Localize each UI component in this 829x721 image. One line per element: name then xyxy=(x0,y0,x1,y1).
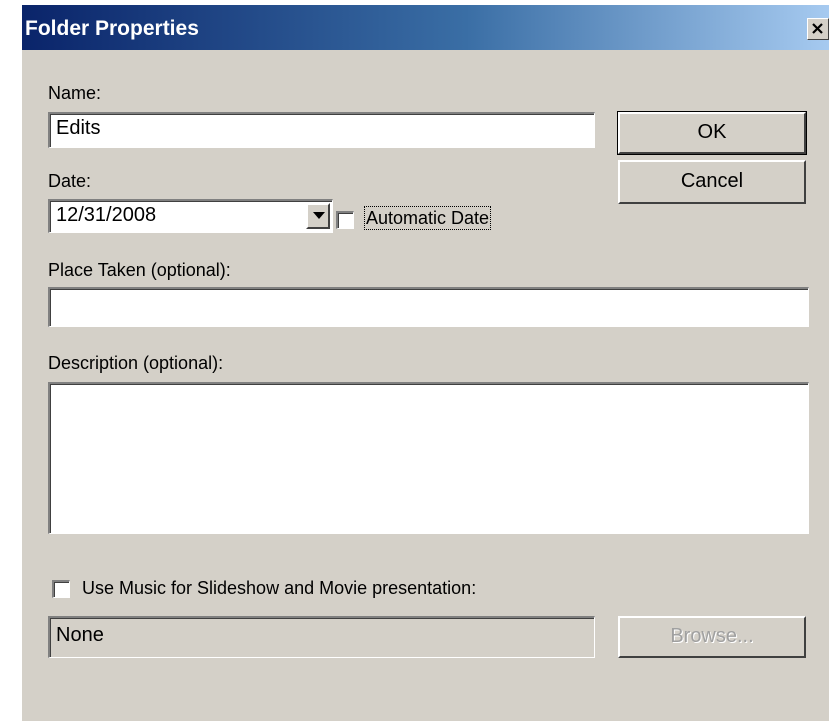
place-taken-field[interactable] xyxy=(48,287,809,327)
name-label: Name: xyxy=(48,83,102,103)
use-music-checkbox[interactable] xyxy=(52,580,70,598)
window-title: Folder Properties xyxy=(25,17,199,40)
folder-properties-dialog: Folder Properties Name: Edits OK Cancel … xyxy=(22,5,829,721)
automatic-date-label[interactable]: Automatic Date xyxy=(363,206,492,230)
cancel-button[interactable]: Cancel xyxy=(618,160,806,204)
place-taken-label: Place Taken (optional): xyxy=(48,260,231,280)
description-textarea[interactable] xyxy=(48,382,809,534)
automatic-date-checkbox[interactable] xyxy=(336,211,354,229)
date-value: 12/31/2008 xyxy=(56,204,157,226)
name-field[interactable]: Edits xyxy=(48,112,595,148)
description-label: Description (optional): xyxy=(48,353,224,373)
music-file-field: None xyxy=(48,616,595,658)
chevron-down-icon xyxy=(313,212,325,219)
date-dropdown-button[interactable] xyxy=(306,203,330,229)
close-icon xyxy=(812,23,823,34)
title-bar[interactable]: Folder Properties xyxy=(22,5,829,50)
date-combobox[interactable]: 12/31/2008 xyxy=(48,199,333,233)
ok-button[interactable]: OK xyxy=(617,111,807,155)
date-label: Date: xyxy=(48,171,92,191)
use-music-label[interactable]: Use Music for Slideshow and Movie presen… xyxy=(82,578,476,598)
close-button[interactable] xyxy=(807,18,829,40)
browse-button: Browse... xyxy=(618,616,806,658)
